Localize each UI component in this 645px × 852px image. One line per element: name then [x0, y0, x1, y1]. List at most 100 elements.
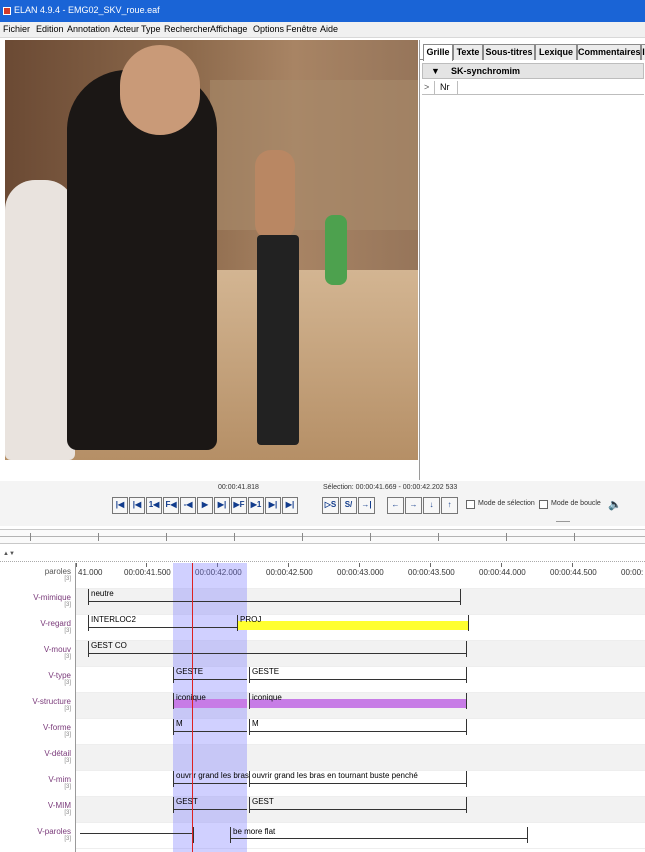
annotation-edge — [466, 719, 467, 735]
annotation-text: GEST — [252, 797, 274, 806]
side-panel: Grille Texte Sous-titres Lexique Comment… — [419, 40, 645, 480]
overview-tick — [234, 533, 235, 541]
annotation-forme-1[interactable]: M — [173, 719, 247, 735]
loop-mode-checkbox[interactable] — [539, 500, 548, 509]
splitter-handle[interactable] — [556, 521, 570, 522]
annotation-fill — [237, 621, 469, 630]
annotation-mim-2[interactable]: ouvrir grand les bras en tournant buste … — [249, 771, 467, 787]
tier-label-v-type[interactable]: V-type [3] — [48, 671, 71, 686]
tier-label-v-regard[interactable]: V-regard [3] — [40, 619, 71, 634]
menu-acteur[interactable]: Acteur — [113, 24, 139, 34]
menu-aide[interactable]: Aide — [320, 24, 338, 34]
tier-label-count: [3] — [64, 680, 71, 686]
selection-mode-checkbox[interactable] — [466, 500, 475, 509]
selection-mode-label: Mode de sélection — [478, 500, 535, 507]
up-arrow-button[interactable]: ↑ — [441, 497, 458, 514]
annotation-mim-1[interactable]: ouvrir grand les bras — [173, 771, 249, 787]
forward-pixel-button[interactable]: ▶| — [214, 497, 230, 514]
collapse-arrows-icon[interactable]: ▲▼ — [3, 551, 15, 557]
menu-edition[interactable]: Edition — [36, 24, 64, 34]
video-viewer[interactable] — [5, 40, 418, 460]
tier-label-paroles[interactable]: paroles [3] — [45, 567, 71, 582]
tier-label-name: V-paroles — [37, 827, 71, 836]
tab-lexique[interactable]: Lexique — [535, 44, 577, 60]
annotation-type-1[interactable]: GESTE — [173, 667, 247, 683]
back-second-button[interactable]: 1◀ — [146, 497, 162, 514]
annotation-mouv[interactable]: GEST CO — [88, 641, 467, 657]
timeline-viewer[interactable]: paroles [3] V-mimique [3] V-regard [3] V… — [0, 563, 645, 852]
down-arrow-button[interactable]: ↓ — [423, 497, 440, 514]
menu-rechercher[interactable]: Rechercher — [164, 24, 211, 34]
annotation-type-2[interactable]: GESTE — [249, 667, 467, 683]
annotation-edge — [173, 667, 174, 683]
tier-label-v-mim[interactable]: V-mim [3] — [48, 775, 71, 790]
menu-type[interactable]: Type — [141, 24, 161, 34]
annotation-bar — [249, 783, 467, 784]
tier-label-v-mimique[interactable]: V-mimique [3] — [33, 593, 71, 608]
playhead-cursor[interactable] — [192, 563, 193, 852]
tab-commentaires[interactable]: Commentaires — [577, 44, 641, 60]
overview-ruler[interactable] — [0, 529, 645, 544]
menu-annotation[interactable]: Annotation — [67, 24, 110, 34]
previous-scrollview-button[interactable]: |◀ — [129, 497, 145, 514]
back-pixel-button[interactable]: -◀ — [180, 497, 196, 514]
annotation-forme-2[interactable]: M — [249, 719, 467, 735]
annotation-text: M — [252, 719, 259, 728]
annotation-paroles-prev[interactable] — [80, 827, 194, 843]
go-to-begin-button[interactable]: |◀ — [112, 497, 128, 514]
tab-sous-titres[interactable]: Sous-titres — [483, 44, 535, 60]
annotation-structure-1[interactable]: iconique — [173, 693, 247, 709]
menu-fichier[interactable]: Fichier — [3, 24, 30, 34]
annotation-MIM-1[interactable]: GEST — [173, 797, 247, 813]
annotation-MIM-2[interactable]: GEST — [249, 797, 467, 813]
tier-label-v-mouv[interactable]: V-mouv [3] — [44, 645, 71, 660]
tier-selector[interactable]: ▼ SK-synchromim — [422, 63, 644, 79]
forward-second-button[interactable]: ▶1 — [248, 497, 264, 514]
overview-tick — [370, 533, 371, 541]
elan-app-icon — [3, 7, 11, 15]
menu-options[interactable]: Options — [253, 24, 284, 34]
annotation-mimique[interactable]: neutre — [88, 589, 461, 605]
annotation-regard-1[interactable]: INTERLOC2 — [88, 615, 237, 631]
tab-overflow[interactable]: I — [641, 44, 645, 60]
back-frame-button[interactable]: F◀ — [163, 497, 179, 514]
left-arrow-button[interactable]: ← — [387, 497, 404, 514]
time-ruler[interactable]: 41.000 00:00:41.500 00:00:42.000 00:00:4… — [76, 563, 645, 589]
tier-label-v-paroles[interactable]: V-paroles [3] — [37, 827, 71, 842]
ruler-tick-label: 00:00:41.500 — [124, 568, 171, 577]
tab-texte[interactable]: Texte — [453, 44, 483, 60]
play-selection-button[interactable]: ▷S — [322, 497, 339, 514]
annotation-bar — [249, 809, 467, 810]
tab-grille[interactable]: Grille — [423, 44, 453, 61]
tier-label-v-structure[interactable]: V-structure [3] — [32, 697, 71, 712]
selection-boundary-button[interactable]: →| — [358, 497, 375, 514]
right-arrow-button[interactable]: → — [405, 497, 422, 514]
overview-tick — [30, 533, 31, 541]
tier-label-count: [3] — [64, 784, 71, 790]
menu-bar: Fichier Edition Annotation Acteur Type R… — [0, 22, 645, 38]
grid-column-nr[interactable]: Nr — [434, 81, 458, 95]
tier-label-count: [3] — [64, 654, 71, 660]
annotation-structure-2[interactable]: iconique — [249, 693, 467, 709]
tier-dropdown-icon[interactable]: ▼ — [431, 66, 440, 76]
speaker-icon[interactable]: 🔈 — [608, 498, 622, 511]
tier-label-v-MIM[interactable]: V-MIM [3] — [48, 801, 71, 816]
annotation-edge — [249, 797, 250, 813]
menu-affichage[interactable]: Affichage — [210, 24, 247, 34]
tier-label-v-forme[interactable]: V-forme [3] — [43, 723, 71, 738]
next-scrollview-button[interactable]: ▶| — [265, 497, 281, 514]
go-to-end-button[interactable]: ▶| — [282, 497, 298, 514]
overview-tick — [574, 533, 575, 541]
play-button[interactable]: ▶ — [197, 497, 213, 514]
grid-header: > Nr — [422, 81, 644, 95]
tier-label-v-detail[interactable]: V-détail [3] — [44, 749, 71, 764]
annotation-edge — [249, 771, 250, 787]
tier-label-name: V-mim — [48, 775, 71, 784]
track-v-detail[interactable] — [76, 745, 645, 771]
clear-selection-button[interactable]: S/ — [340, 497, 357, 514]
annotation-edge — [460, 589, 461, 605]
annotation-regard-2[interactable]: PROJ — [237, 615, 469, 631]
annotation-paroles-1[interactable]: be more flat — [230, 827, 528, 843]
menu-fenetre[interactable]: Fenêtre — [286, 24, 317, 34]
forward-frame-button[interactable]: ▶F — [231, 497, 247, 514]
